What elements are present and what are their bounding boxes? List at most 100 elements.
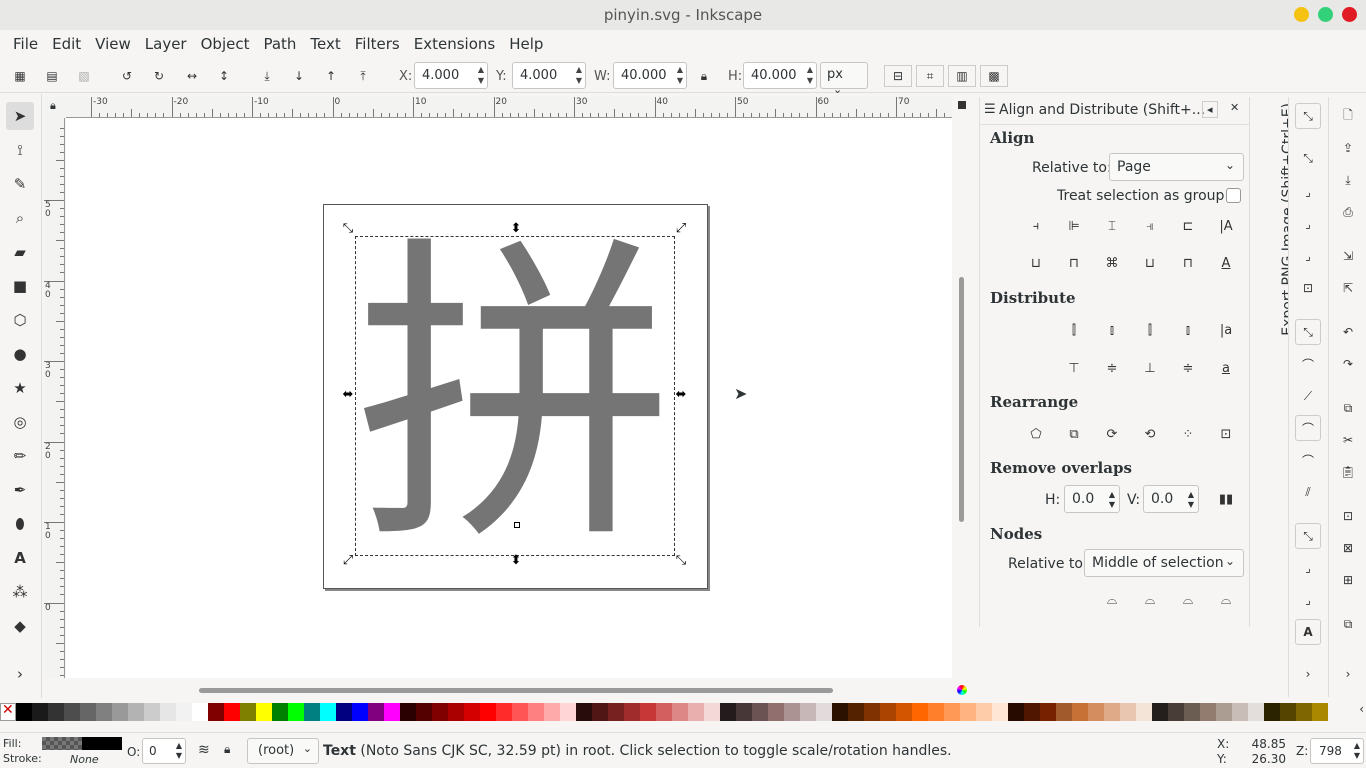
palette-swatch[interactable] (1216, 703, 1232, 721)
palette-swatch[interactable] (1280, 703, 1296, 721)
distribute-nodes-horizontal-icon[interactable]: ⌓ (1176, 588, 1200, 612)
menu-object[interactable]: Object (194, 35, 257, 53)
relative-to-select[interactable]: Page ⌄ (1109, 153, 1244, 181)
palette-swatch[interactable] (656, 703, 672, 721)
distribute-baselines-v-icon[interactable]: a (1214, 356, 1238, 380)
dialog-close-icon[interactable]: ✕ (1230, 101, 1239, 114)
rotate-ccw-icon[interactable]: ↺ (115, 65, 139, 87)
palette-swatch[interactable] (480, 703, 496, 721)
menu-text[interactable]: Text (303, 35, 347, 53)
palette-swatch[interactable] (976, 703, 992, 721)
palette-swatch[interactable] (736, 703, 752, 721)
dialog-arrow-icon[interactable]: ◂ (1202, 101, 1218, 118)
palette-swatch[interactable] (432, 703, 448, 721)
node-tool-icon[interactable]: ⟟ (6, 136, 34, 164)
palette-swatch[interactable] (768, 703, 784, 721)
palette-swatch[interactable] (528, 703, 544, 721)
stroke-value[interactable]: None (70, 753, 99, 766)
lock-icon[interactable]: 🔒︎ (692, 65, 716, 87)
scale-handle-w-icon[interactable]: ⬌ (341, 388, 355, 402)
palette-swatch[interactable] (224, 703, 240, 721)
palette-swatch[interactable] (128, 703, 144, 721)
horizontal-scroll-thumb[interactable] (199, 688, 833, 693)
palette-swatch[interactable] (688, 703, 704, 721)
palette-swatch[interactable] (1232, 703, 1248, 721)
palette-swatch[interactable] (512, 703, 528, 721)
snap-center-icon[interactable]: ⌟ (1295, 555, 1321, 581)
palette-swatch[interactable] (896, 703, 912, 721)
snap-intersection-icon[interactable]: ⟋ (1295, 383, 1321, 409)
h-input[interactable]: 40.000 ▲ ▼ (743, 62, 817, 89)
palette-swatch[interactable] (720, 703, 736, 721)
unclump-icon[interactable]: ⁘ (1176, 422, 1200, 446)
cut-icon[interactable]: ✂ (1335, 427, 1361, 453)
align-left-edges-icon[interactable]: ⊫ (1062, 214, 1086, 238)
eraser-tool-icon[interactable]: ◆ (6, 612, 34, 640)
palette-swatch[interactable] (416, 703, 432, 721)
palette-scroll-icon[interactable]: ‹ (1359, 702, 1364, 716)
snap-bbox-icon[interactable]: ⤡ (1295, 145, 1321, 171)
raise-to-top-icon[interactable]: ⤒ (351, 65, 375, 87)
palette-swatch[interactable] (784, 703, 800, 721)
spray-tool-icon[interactable]: ⁂ (6, 578, 34, 606)
spiral-tool-icon[interactable]: ◎ (6, 408, 34, 436)
copy-icon[interactable]: ⧉ (1335, 395, 1361, 421)
align-top-edges-icon[interactable]: ⊓ (1062, 251, 1086, 275)
exchange-z-order-icon[interactable]: ⧉ (1062, 422, 1086, 446)
align-top-to-bottom-icon[interactable]: ⊓ (1176, 251, 1200, 275)
palette-swatch[interactable] (576, 703, 592, 721)
layer-select[interactable]: (root) ⌄ (247, 738, 319, 764)
palette-swatch[interactable] (1136, 703, 1152, 721)
snap-rotation-center-icon[interactable]: ⌟ (1295, 587, 1321, 613)
menu-edit[interactable]: Edit (45, 35, 88, 53)
palette-swatch[interactable] (1024, 703, 1040, 721)
palette-swatch[interactable] (352, 703, 368, 721)
align-right-edges-icon[interactable]: ⫣ (1138, 214, 1162, 238)
snap-bbox-center-icon[interactable]: ⊡ (1295, 275, 1321, 301)
selector-tool-icon[interactable]: ➤ (6, 102, 34, 130)
palette-swatch[interactable] (32, 703, 48, 721)
rotate-cw-icon[interactable]: ↻ (147, 65, 171, 87)
layer-list-icon[interactable]: ≋ (198, 742, 210, 758)
opacity-input[interactable]: 0 ▲ ▼ (142, 738, 186, 764)
palette-swatch[interactable] (1200, 703, 1216, 721)
palette-swatch[interactable] (384, 703, 400, 721)
snap-more-icon[interactable]: › (1295, 661, 1321, 687)
scale-corners-icon[interactable]: ⌗ (916, 65, 944, 87)
transform-patterns-icon[interactable]: ▩ (980, 65, 1008, 87)
snap-nodes-icon[interactable]: ⤡ (1295, 319, 1321, 345)
palette-swatch[interactable] (704, 703, 720, 721)
tweak-tool-icon[interactable]: ✎ (6, 170, 34, 198)
h-spin-icon[interactable]: ▲ ▼ (807, 64, 813, 86)
unit-select[interactable]: px ⌄ (820, 62, 868, 96)
palette-swatch[interactable] (336, 703, 352, 721)
palette-swatch[interactable] (1152, 703, 1168, 721)
horizontal-scrollbar[interactable] (66, 684, 952, 696)
palette-swatch[interactable] (1120, 703, 1136, 721)
palette-swatch[interactable] (176, 703, 192, 721)
palette-swatch[interactable] (848, 703, 864, 721)
menu-layer[interactable]: Layer (138, 35, 194, 53)
select-all-layers-icon[interactable]: ▤ (40, 65, 64, 87)
flip-vertical-icon[interactable]: ↕ (212, 65, 236, 87)
flip-horizontal-icon[interactable]: ↔ (180, 65, 204, 87)
menu-file[interactable]: File (6, 35, 45, 53)
palette-swatch[interactable] (1296, 703, 1312, 721)
snap-path-icon[interactable]: ⌒ (1295, 351, 1321, 377)
palette-swatch[interactable] (992, 703, 1008, 721)
palette-swatch[interactable] (544, 703, 560, 721)
distribute-nodes-vertical-icon[interactable]: ⌓ (1214, 588, 1238, 612)
distribute-right-icon[interactable]: ⫿ (1138, 318, 1162, 342)
exchange-clockwise-icon[interactable]: ⟳ (1100, 422, 1124, 446)
palette-swatch[interactable] (448, 703, 464, 721)
palette-swatch[interactable] (928, 703, 944, 721)
lower-icon[interactable]: ↓ (287, 65, 311, 87)
align-bottom-edges-icon[interactable]: ⊔ (1138, 251, 1162, 275)
menu-filters[interactable]: Filters (348, 35, 407, 53)
fill-indicator-mixed[interactable] (42, 737, 82, 750)
w-input[interactable]: 40.000 ▲ ▼ (613, 62, 687, 89)
distribute-gaps-v-icon[interactable]: ≑ (1176, 356, 1200, 380)
scale-handle-sw-icon[interactable]: ⤢ (341, 554, 355, 568)
text-tool-icon[interactable]: A (6, 544, 34, 572)
palette-swatch[interactable] (672, 703, 688, 721)
